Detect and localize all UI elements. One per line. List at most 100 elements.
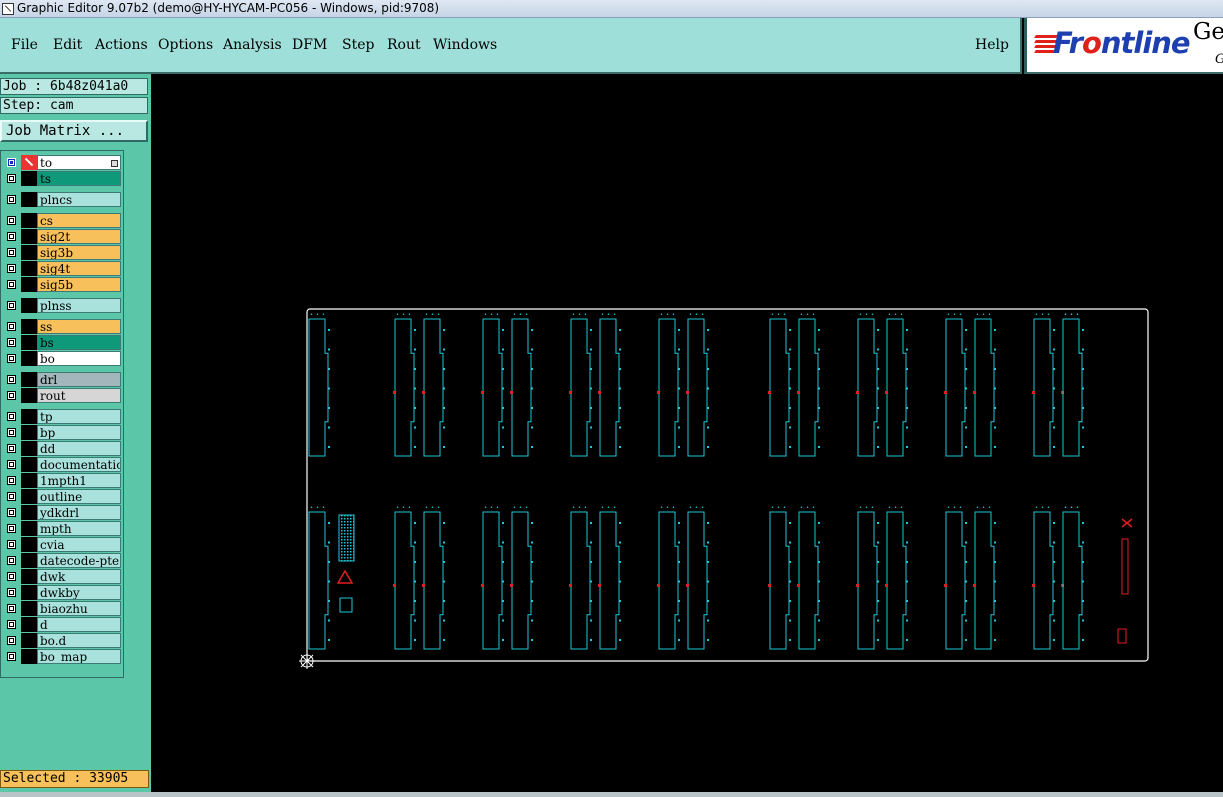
layer-display-checkbox[interactable]	[7, 428, 16, 437]
menu-analysis[interactable]: Analysis	[223, 37, 282, 53]
affected-toggle[interactable]	[21, 335, 37, 350]
layer-display-checkbox[interactable]	[7, 636, 16, 645]
layer-row-sig4t[interactable]: sig4t	[3, 261, 121, 276]
affected-arrow-icon[interactable]	[21, 155, 37, 170]
layer-row-tp[interactable]: tp	[3, 409, 121, 424]
layer-row-plncs[interactable]: plncs	[3, 192, 121, 207]
layer-display-checkbox[interactable]	[7, 322, 16, 331]
menu-step[interactable]: Step	[342, 37, 374, 53]
job-matrix-button[interactable]: Job Matrix ...	[0, 120, 148, 142]
layer-name[interactable]: tp	[37, 409, 121, 424]
menu-help[interactable]: Help	[975, 37, 1009, 53]
layer-name[interactable]: dd	[37, 441, 121, 456]
layer-name[interactable]: documentation	[37, 457, 121, 472]
layer-name[interactable]: plncs	[37, 192, 121, 207]
layer-row-bo.d[interactable]: bo.d	[3, 633, 121, 648]
layer-name[interactable]: rout	[37, 388, 121, 403]
affected-toggle[interactable]	[21, 229, 37, 244]
layer-row-rout[interactable]: rout	[3, 388, 121, 403]
layer-display-checkbox[interactable]	[7, 248, 16, 257]
affected-toggle[interactable]	[21, 388, 37, 403]
layer-row-d[interactable]: d	[3, 617, 121, 632]
affected-toggle[interactable]	[21, 277, 37, 292]
layer-row-sig2t[interactable]: sig2t	[3, 229, 121, 244]
affected-toggle[interactable]	[21, 521, 37, 536]
affected-toggle[interactable]	[21, 441, 37, 456]
affected-toggle[interactable]	[21, 489, 37, 504]
graphic-canvas[interactable]: • • • • • • • • • • • • • • • • • • • • • • • •…	[152, 74, 1223, 792]
layer-display-checkbox[interactable]	[7, 492, 16, 501]
layer-row-1mpth1[interactable]: 1mpth1	[3, 473, 121, 488]
layer-display-checkbox[interactable]	[7, 158, 16, 167]
layer-display-checkbox[interactable]	[7, 444, 16, 453]
layer-name[interactable]: d	[37, 617, 121, 632]
affected-toggle[interactable]	[21, 617, 37, 632]
layer-name[interactable]: plnss	[37, 298, 121, 313]
layer-row-dd[interactable]: dd	[3, 441, 121, 456]
layer-name[interactable]: to	[37, 155, 121, 170]
affected-toggle[interactable]	[21, 171, 37, 186]
layer-name[interactable]: ydkdrl	[37, 505, 121, 520]
menu-dfm[interactable]: DFM	[292, 37, 327, 53]
layer-row-cs[interactable]: cs	[3, 213, 121, 228]
layer-row-ss[interactable]: ss	[3, 319, 121, 334]
layer-display-checkbox[interactable]	[7, 232, 16, 241]
affected-toggle[interactable]	[21, 537, 37, 552]
layer-name[interactable]: outline	[37, 489, 121, 504]
layer-name[interactable]: ss	[37, 319, 121, 334]
layer-name[interactable]: dwk	[37, 569, 121, 584]
layer-display-checkbox[interactable]	[7, 174, 16, 183]
layer-row-to[interactable]: to	[3, 155, 121, 170]
layer-row-sig3b[interactable]: sig3b	[3, 245, 121, 260]
layer-name[interactable]: 1mpth1	[37, 473, 121, 488]
menu-rout[interactable]: Rout	[387, 37, 421, 53]
layer-display-checkbox[interactable]	[7, 195, 16, 204]
layer-name[interactable]: bo_map	[37, 649, 121, 664]
layer-display-checkbox[interactable]	[7, 588, 16, 597]
layer-row-documentation[interactable]: documentation	[3, 457, 121, 472]
layer-name[interactable]: sig3b	[37, 245, 121, 260]
layer-row-ydkdrl[interactable]: ydkdrl	[3, 505, 121, 520]
affected-toggle[interactable]	[21, 585, 37, 600]
layer-name[interactable]: dwkby	[37, 585, 121, 600]
affected-toggle[interactable]	[21, 192, 37, 207]
layer-name[interactable]: bo.d	[37, 633, 121, 648]
layer-display-checkbox[interactable]	[7, 301, 16, 310]
layer-display-checkbox[interactable]	[7, 476, 16, 485]
layer-row-biaozhu[interactable]: biaozhu	[3, 601, 121, 616]
layer-row-bs[interactable]: bs	[3, 335, 121, 350]
layer-row-bp[interactable]: bp	[3, 425, 121, 440]
layer-row-mpth[interactable]: mpth	[3, 521, 121, 536]
layer-row-outline[interactable]: outline	[3, 489, 121, 504]
layer-row-plnss[interactable]: plnss	[3, 298, 121, 313]
layer-display-checkbox[interactable]	[7, 354, 16, 363]
layer-name[interactable]: datecode-pte	[37, 553, 121, 568]
affected-toggle[interactable]	[21, 261, 37, 276]
affected-toggle[interactable]	[21, 372, 37, 387]
layer-row-drl[interactable]: drl	[3, 372, 121, 387]
layer-row-sig5b[interactable]: sig5b	[3, 277, 121, 292]
affected-toggle[interactable]	[21, 473, 37, 488]
affected-toggle[interactable]	[21, 649, 37, 664]
layer-name[interactable]: bp	[37, 425, 121, 440]
layer-display-checkbox[interactable]	[7, 524, 16, 533]
layer-name[interactable]: bs	[37, 335, 121, 350]
layer-display-checkbox[interactable]	[7, 652, 16, 661]
layer-row-cvia[interactable]: cvia	[3, 537, 121, 552]
affected-toggle[interactable]	[21, 505, 37, 520]
menu-file[interactable]: File	[11, 37, 38, 53]
layer-row-ts[interactable]: ts	[3, 171, 121, 186]
layer-display-checkbox[interactable]	[7, 540, 16, 549]
layer-name[interactable]: sig5b	[37, 277, 121, 292]
layer-row-datecode-pte[interactable]: datecode-pte	[3, 553, 121, 568]
layer-row-dwk[interactable]: dwk	[3, 569, 121, 584]
layer-name[interactable]: sig2t	[37, 229, 121, 244]
layer-display-checkbox[interactable]	[7, 508, 16, 517]
layer-display-checkbox[interactable]	[7, 375, 16, 384]
affected-toggle[interactable]	[21, 425, 37, 440]
affected-toggle[interactable]	[21, 319, 37, 334]
affected-toggle[interactable]	[21, 601, 37, 616]
menu-edit[interactable]: Edit	[53, 37, 82, 53]
layer-display-checkbox[interactable]	[7, 620, 16, 629]
layer-display-checkbox[interactable]	[7, 264, 16, 273]
